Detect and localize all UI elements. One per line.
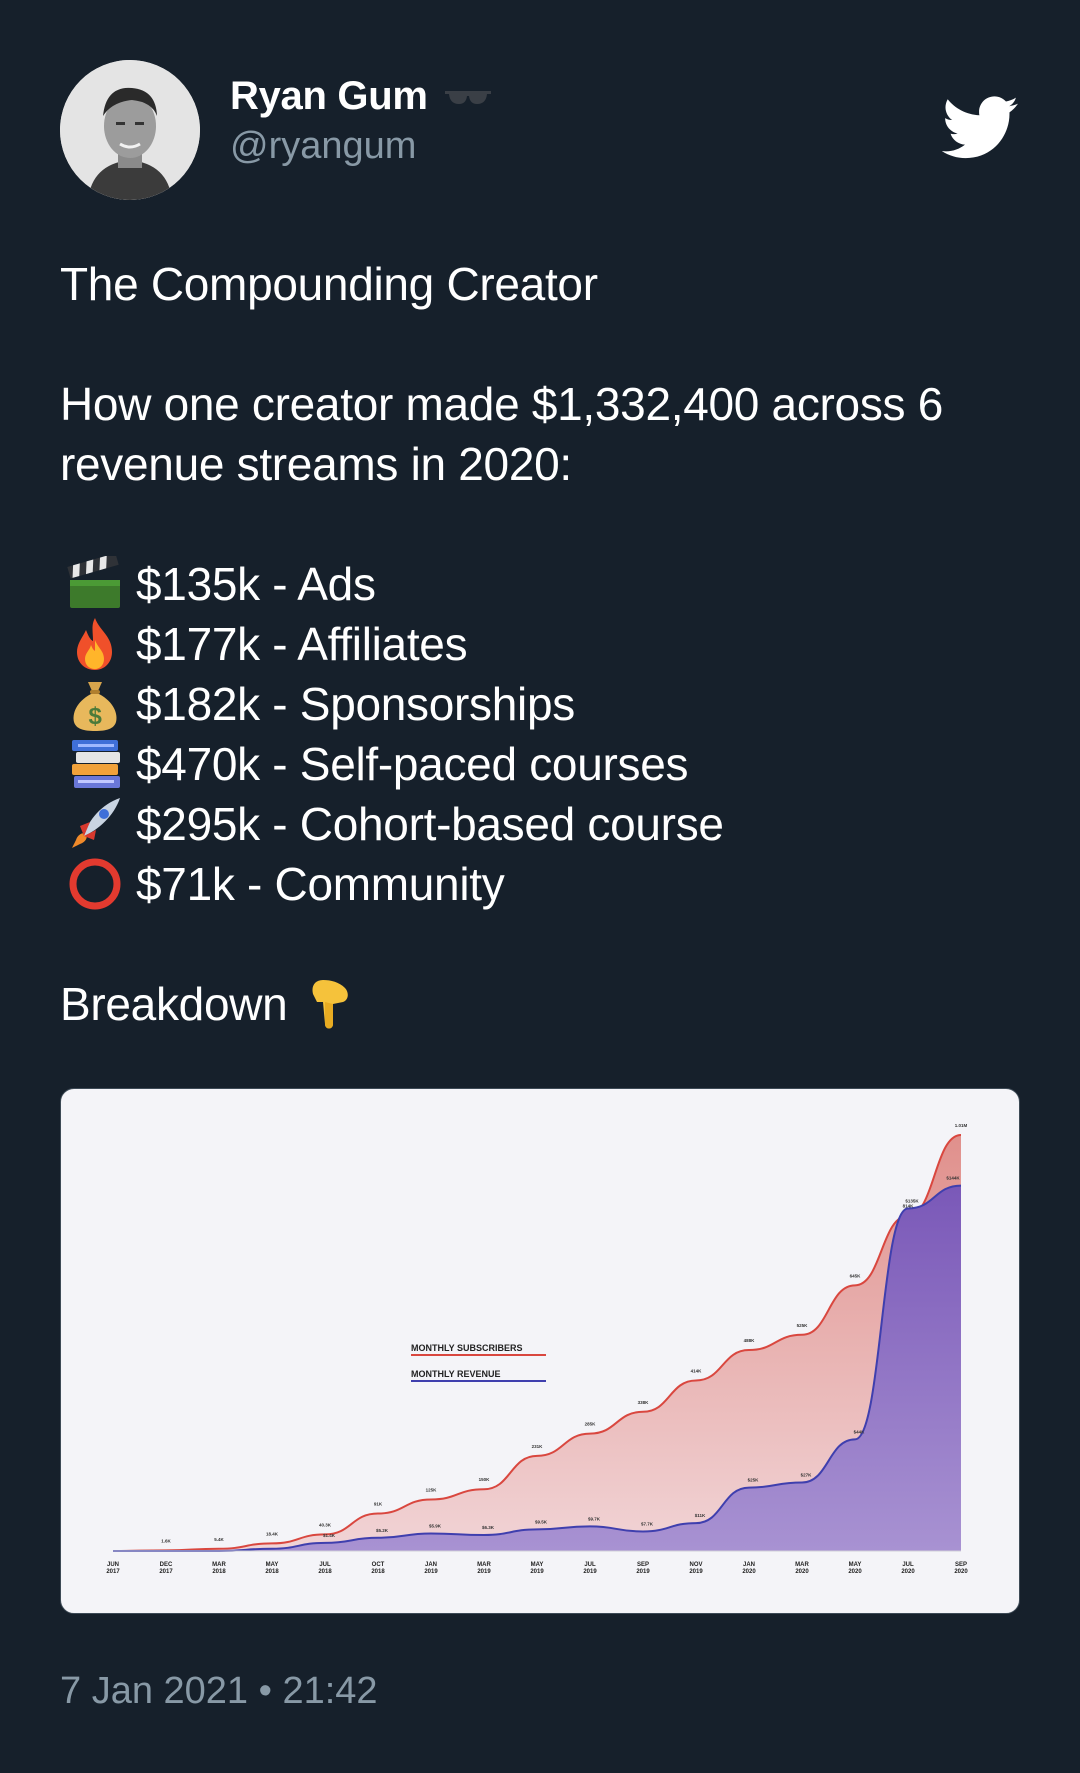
x-tick-label: JUL 2020 — [901, 1562, 915, 1575]
x-tick-label: JUL 2018 — [318, 1562, 332, 1575]
avatar[interactable] — [60, 60, 200, 200]
x-tick-label: OCT 2018 — [371, 1562, 385, 1575]
display-name[interactable]: Ryan Gum — [230, 74, 428, 119]
subscriber-data-label: 5.4K — [214, 1537, 224, 1542]
x-tick-label: JAN 2020 — [742, 1562, 756, 1575]
x-tick-label: JAN 2019 — [424, 1562, 438, 1575]
tweet-title: The Compounding Creator — [60, 258, 598, 310]
pointing-down-icon — [312, 980, 349, 1029]
fire-icon — [66, 616, 124, 672]
revenue-data-label: $25K — [748, 1478, 760, 1483]
subscriber-data-label: 125K — [426, 1488, 438, 1493]
subscriber-data-label: 414K — [691, 1368, 703, 1373]
clapper-board-icon — [66, 556, 124, 612]
x-tick-label: MAR 2019 — [477, 1562, 491, 1575]
subscriber-data-label: 18.4K — [266, 1531, 279, 1536]
stream-label: $295k - Cohort-based course — [136, 798, 724, 850]
subscriber-data-label: 150K — [479, 1477, 491, 1482]
revenue-data-label: $5.2K — [376, 1528, 389, 1533]
x-tick-label: SEP 2020 — [954, 1562, 968, 1575]
revenue-data-label: $9.5K — [535, 1519, 548, 1524]
subscriber-data-label: 1.01M — [955, 1123, 968, 1128]
stream-label: $135k - Ads — [136, 558, 376, 610]
x-tick-label: MAY 2019 — [530, 1562, 544, 1575]
sunglasses-icon — [444, 90, 491, 104]
tweet-timestamp[interactable]: 7 Jan 2021 • 21:42 — [60, 1670, 378, 1713]
x-tick-label: JUN 2017 — [106, 1562, 120, 1575]
revenue-data-label: $6.3K — [482, 1525, 495, 1530]
stream-label: $470k - Self-paced courses — [136, 738, 689, 790]
rocket-icon — [66, 796, 124, 852]
books-icon — [66, 736, 124, 792]
stream-label: $182k - Sponsorships — [136, 678, 575, 730]
revenue-data-label: $135K — [905, 1198, 919, 1203]
chart-legend: MONTHLY SUBSCRIBERS MONTHLY REVENUE — [411, 1343, 546, 1382]
subscriber-data-label: 488K — [744, 1338, 756, 1343]
svg-text:$: $ — [88, 703, 102, 730]
stream-item: $295k - Cohort-based course — [60, 794, 1020, 854]
revenue-data-label: $1.4K — [323, 1533, 336, 1538]
user-handle[interactable]: @ryangum — [230, 125, 492, 168]
subscriber-data-label: 338K — [638, 1400, 650, 1405]
hollow-red-circle-icon — [66, 856, 124, 912]
subscriber-data-label: 285K — [585, 1422, 597, 1427]
revenue-data-label: $144K — [946, 1176, 960, 1181]
subscriber-data-label: 525K — [797, 1323, 809, 1328]
revenue-data-label: $5.9K — [429, 1523, 442, 1528]
stream-item: $ $182k - Sponsorships — [60, 674, 1020, 734]
chart-image-card[interactable]: MONTHLY SUBSCRIBERS MONTHLY REVENUE 1.6K… — [60, 1088, 1020, 1614]
stream-item: $177k - Affiliates — [60, 614, 1020, 674]
x-tick-label: NOV 2019 — [689, 1562, 703, 1575]
stream-label: $177k - Affiliates — [136, 618, 468, 670]
tweet-body: The Compounding Creator How one creator … — [60, 254, 1020, 1034]
subscriber-data-label: 645K — [850, 1273, 862, 1278]
legend-subscribers: MONTHLY SUBSCRIBERS — [411, 1343, 523, 1353]
tweet-intro: How one creator made $1,332,400 across 6… — [60, 378, 943, 490]
subscriber-data-label: 40.3K — [319, 1522, 332, 1527]
stream-item: $71k - Community — [60, 854, 1020, 914]
subscriber-data-label: 814K — [903, 1204, 915, 1209]
subscriber-data-label: 1.6K — [161, 1538, 171, 1543]
money-bag-icon: $ — [66, 676, 124, 732]
stream-item: $135k - Ads — [60, 554, 1020, 614]
x-tick-label: MAY 2018 — [265, 1562, 279, 1575]
stream-item: $470k - Self-paced courses — [60, 734, 1020, 794]
avatar-photo — [60, 60, 200, 200]
breakdown-label: Breakdown — [60, 978, 288, 1030]
revenue-data-label: $9.7K — [588, 1516, 601, 1521]
x-tick-label: MAR 2020 — [795, 1562, 809, 1575]
twitter-bird-icon[interactable] — [942, 96, 1020, 160]
revenue-data-label: $44K — [854, 1429, 866, 1434]
tweet-header: Ryan Gum @ryangum — [60, 60, 1020, 200]
x-tick-label: SEP 2019 — [636, 1562, 650, 1575]
revenue-subscribers-chart: MONTHLY SUBSCRIBERS MONTHLY REVENUE 1.6K… — [106, 1123, 968, 1575]
x-tick-label: MAR 2018 — [212, 1562, 226, 1575]
revenue-data-label: $11K — [695, 1513, 706, 1518]
subscriber-data-label: 91K — [374, 1502, 383, 1507]
stream-label: $71k - Community — [136, 858, 505, 910]
x-tick-label: MAY 2020 — [848, 1562, 862, 1575]
revenue-data-label: $7.7K — [641, 1521, 654, 1526]
legend-revenue: MONTHLY REVENUE — [411, 1369, 501, 1379]
subscriber-data-label: 231K — [532, 1444, 544, 1449]
x-tick-label: JUL 2019 — [583, 1562, 597, 1575]
x-tick-label: DEC 2017 — [159, 1562, 173, 1575]
revenue-data-label: $27K — [801, 1472, 813, 1477]
